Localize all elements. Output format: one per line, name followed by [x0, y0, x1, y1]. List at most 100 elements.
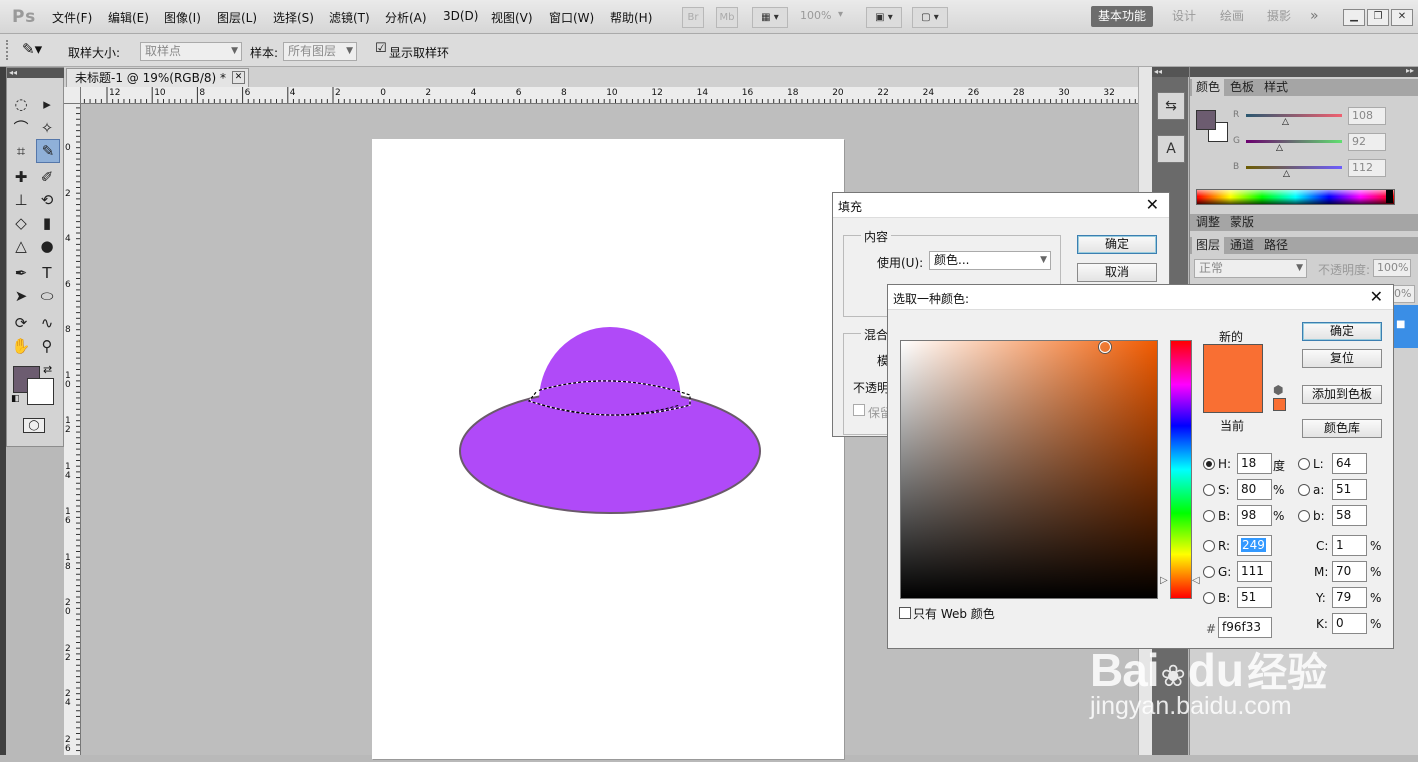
red-slider[interactable]	[1246, 114, 1342, 117]
tab-styles[interactable]: 样式	[1260, 79, 1292, 96]
green-value-field[interactable]: 92	[1348, 133, 1386, 151]
spectrum-black-swatch[interactable]	[1386, 190, 1393, 203]
saturation-radio[interactable]	[1203, 484, 1215, 496]
workspace-painting[interactable]: 绘画	[1213, 6, 1251, 27]
blue-field[interactable]: 51	[1237, 587, 1272, 608]
panel-collapse-icon[interactable]: ◂◂	[1152, 67, 1190, 77]
color-picker-titlebar[interactable]: 选取一种颜色: ✕	[888, 285, 1393, 310]
tab-channels[interactable]: 通道	[1226, 237, 1258, 254]
color-spectrum-bar[interactable]	[1196, 189, 1395, 205]
view-extras-button[interactable]: ▦ ▾	[752, 7, 788, 28]
crop-tool-icon[interactable]: ⌗	[10, 140, 32, 162]
menu-view[interactable]: 视图(V)	[491, 9, 533, 26]
web-colors-checkbox[interactable]	[899, 607, 911, 619]
color-selector-ring[interactable]	[1099, 341, 1111, 353]
fill-ok-button[interactable]: 确定	[1077, 235, 1157, 254]
minibridge-button[interactable]: Mb	[716, 7, 738, 28]
pen-tool-icon[interactable]: ✒	[10, 262, 32, 284]
red-value-field[interactable]: 108	[1348, 107, 1386, 125]
hue-field[interactable]: 18	[1237, 453, 1272, 474]
brush-tool-icon[interactable]: ✐	[36, 166, 58, 188]
zoom-tool-icon[interactable]: ⚲	[36, 335, 58, 357]
document-canvas[interactable]	[372, 139, 844, 759]
black-field[interactable]: 0	[1332, 613, 1367, 634]
ellipse-tool-icon[interactable]: ⬭	[36, 285, 58, 307]
swap-colors-icon[interactable]: ⇄	[43, 363, 52, 376]
yellow-field[interactable]: 79	[1332, 587, 1367, 608]
blur-tool-icon[interactable]: △	[10, 235, 32, 257]
more-workspaces-icon[interactable]: »	[1303, 6, 1326, 27]
menu-file[interactable]: 文件(F)	[52, 9, 92, 26]
document-tab[interactable]: 未标题-1 @ 19%(RGB/8) * ✕	[66, 68, 249, 87]
type-tool-icon[interactable]: T	[36, 262, 58, 284]
blue-slider-thumb-icon[interactable]: △	[1283, 169, 1290, 179]
panel-expand-icon[interactable]: ▸▸	[1406, 66, 1414, 75]
lab-l-field[interactable]: 64	[1332, 453, 1367, 474]
lab-a-radio[interactable]	[1298, 484, 1310, 496]
red-radio[interactable]	[1203, 540, 1215, 552]
minimize-icon[interactable]: ▁	[1343, 9, 1365, 26]
tab-adjustments[interactable]: 调整	[1192, 214, 1224, 231]
green-field[interactable]: 111	[1237, 561, 1272, 582]
fill-cancel-button[interactable]: 取消	[1077, 263, 1157, 282]
lab-l-radio[interactable]	[1298, 458, 1310, 470]
menu-window[interactable]: 窗口(W)	[549, 9, 594, 26]
dodge-tool-icon[interactable]: ●	[36, 235, 58, 257]
tab-masks[interactable]: 蒙版	[1226, 214, 1258, 231]
lasso-tool-icon[interactable]: ⌒	[10, 117, 32, 139]
tab-paths[interactable]: 路径	[1260, 237, 1292, 254]
eyedropper-tool-icon[interactable]: ✎	[36, 139, 60, 163]
3d-orbit-tool-icon[interactable]: ∿	[36, 312, 58, 334]
show-ring-checkbox[interactable]: ☑	[375, 41, 387, 56]
red-slider-thumb-icon[interactable]: △	[1282, 117, 1289, 127]
picker-ok-button[interactable]: 确定	[1302, 322, 1382, 341]
fill-dialog-titlebar[interactable]: 填充 ✕	[833, 193, 1169, 218]
magenta-field[interactable]: 70	[1332, 561, 1367, 582]
bridge-button[interactable]: Br	[682, 7, 704, 28]
saturation-brightness-field[interactable]	[900, 340, 1158, 599]
hand-tool-icon[interactable]: ✋	[10, 335, 32, 357]
hue-radio[interactable]	[1203, 458, 1215, 470]
menu-analysis[interactable]: 分析(A)	[385, 9, 427, 26]
green-slider-thumb-icon[interactable]: △	[1276, 143, 1283, 153]
workspace-design[interactable]: 设计	[1165, 6, 1203, 27]
tab-layers[interactable]: 图层	[1192, 237, 1225, 254]
path-select-tool-icon[interactable]: ➤	[10, 285, 32, 307]
sample-select[interactable]: 所有图层 ▼	[283, 42, 357, 61]
close-icon[interactable]: ✕	[1391, 9, 1413, 26]
workspace-photography[interactable]: 摄影	[1260, 6, 1298, 27]
preserve-transparency-checkbox[interactable]	[853, 404, 865, 416]
arrange-documents-button[interactable]: ▣ ▾	[866, 7, 902, 28]
move-tool-icon[interactable]: ▸	[36, 93, 58, 115]
selected-layer-row[interactable]: ■	[1390, 305, 1418, 348]
menu-3d[interactable]: 3D(D)	[443, 9, 478, 23]
restore-icon[interactable]: ❐	[1367, 9, 1389, 26]
panel-collapse-icon[interactable]: ◂◂	[7, 68, 65, 78]
blue-radio[interactable]	[1203, 592, 1215, 604]
zoom-level[interactable]: 100%	[800, 9, 831, 22]
hex-field[interactable]: f96f33	[1218, 617, 1272, 638]
menu-select[interactable]: 选择(S)	[273, 9, 314, 26]
clone-stamp-tool-icon[interactable]: ⊥	[10, 189, 32, 211]
brightness-field[interactable]: 98	[1237, 505, 1272, 526]
cyan-field[interactable]: 1	[1332, 535, 1367, 556]
close-icon[interactable]: ✕	[232, 71, 245, 84]
options-grip[interactable]	[6, 40, 10, 60]
quick-mask-icon[interactable]: ◯	[23, 418, 45, 433]
hue-slider-right-arrow-icon[interactable]: ◁	[1192, 575, 1200, 586]
hue-slider-left-arrow-icon[interactable]: ▷	[1160, 575, 1168, 586]
close-icon[interactable]: ✕	[1370, 287, 1383, 306]
green-radio[interactable]	[1203, 566, 1215, 578]
history-panel-icon[interactable]: ⇆	[1157, 92, 1185, 120]
menu-edit[interactable]: 编辑(E)	[108, 9, 149, 26]
green-slider[interactable]	[1246, 140, 1342, 143]
blend-mode-select[interactable]: 正常 ▼	[1194, 259, 1307, 278]
out-of-gamut-cube-icon[interactable]: ⬢	[1273, 383, 1283, 397]
opacity-field[interactable]: 100%	[1373, 259, 1411, 277]
default-colors-icon[interactable]: ◧	[11, 394, 20, 404]
quick-select-tool-icon[interactable]: ✧	[36, 117, 58, 139]
lab-b-radio[interactable]	[1298, 510, 1310, 522]
color-libraries-button[interactable]: 颜色库	[1302, 419, 1382, 438]
blue-value-field[interactable]: 112	[1348, 159, 1386, 177]
ruler-origin[interactable]	[64, 87, 81, 104]
